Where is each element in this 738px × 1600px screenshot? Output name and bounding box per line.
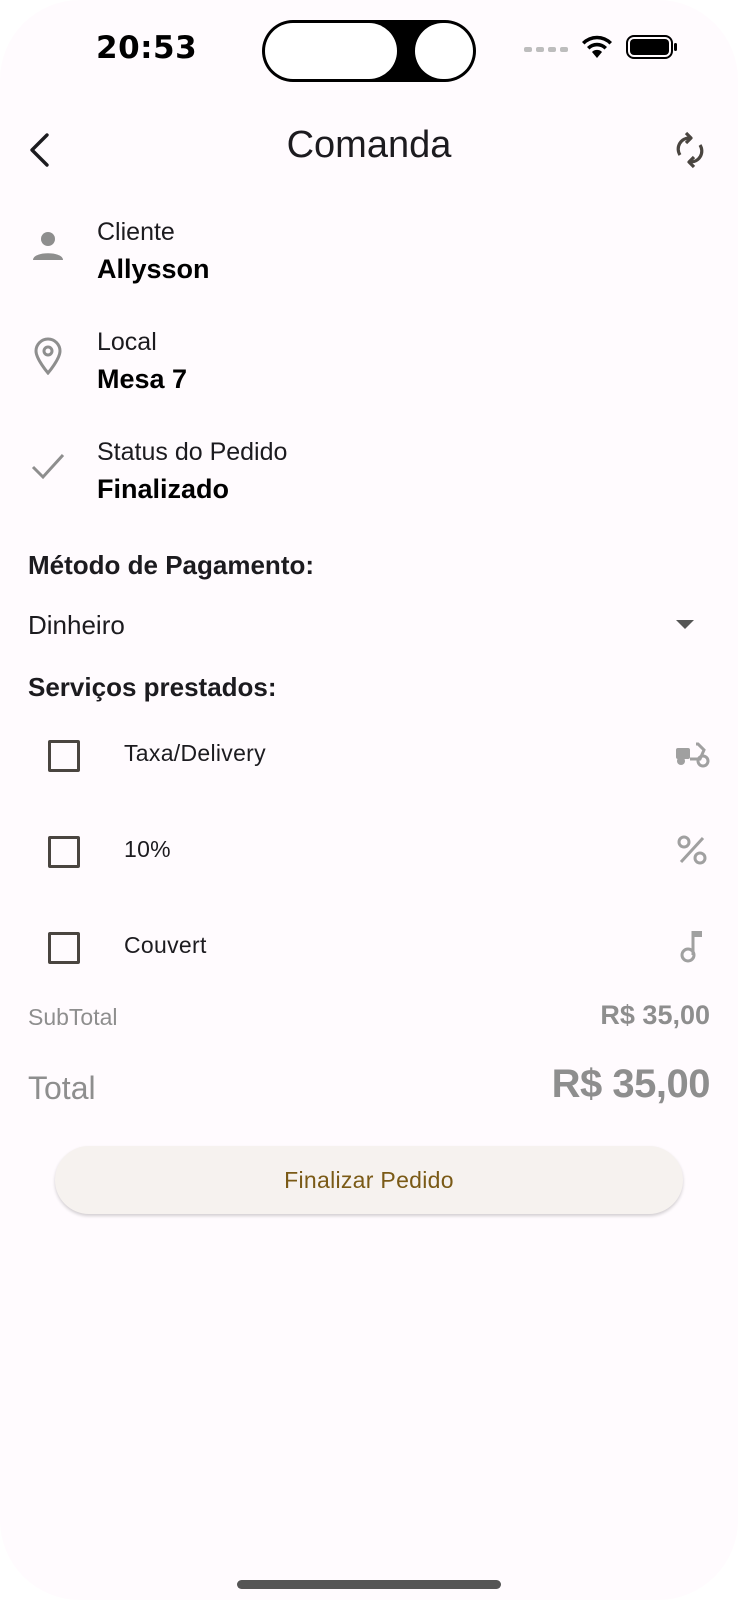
delivery-label: Taxa/Delivery <box>124 740 266 766</box>
status-label: Status do Pedido <box>97 438 288 466</box>
delivery-scooter-icon <box>672 734 712 774</box>
check-icon <box>28 446 68 486</box>
payment-method-value: Dinheiro <box>28 610 125 640</box>
location-info: Local Mesa 7 <box>28 328 708 408</box>
home-indicator <box>237 1580 501 1589</box>
dynamic-island <box>262 20 476 82</box>
couvert-checkbox[interactable] <box>48 932 80 964</box>
music-note-icon <box>672 926 712 966</box>
ten-percent-label: 10% <box>124 836 171 862</box>
refresh-button[interactable] <box>668 128 712 172</box>
phone-screen: 20:53 Comanda Cliente Allysson Local Mes… <box>0 0 738 1600</box>
subtotal-value: R$ 35,00 <box>600 1000 710 1030</box>
status-icons <box>524 34 678 65</box>
location-value: Mesa 7 <box>97 364 188 394</box>
finalize-order-button[interactable]: Finalizar Pedido <box>55 1146 683 1214</box>
payment-method-title: Método de Pagamento: <box>28 550 315 580</box>
person-icon <box>28 226 68 266</box>
client-info: Cliente Allysson <box>28 218 708 298</box>
refresh-icon <box>676 131 704 169</box>
total-row: Total R$ 35,00 <box>28 1062 711 1122</box>
service-row-delivery[interactable]: Taxa/Delivery <box>28 716 712 796</box>
total-label: Total <box>28 1070 96 1106</box>
percent-icon <box>672 830 712 870</box>
total-value: R$ 35,00 <box>551 1062 711 1106</box>
location-pin-icon <box>28 336 68 376</box>
client-value: Allysson <box>97 254 210 284</box>
subtotal-row: SubTotal R$ 35,00 <box>28 1000 710 1040</box>
dropdown-arrow-icon <box>676 620 694 629</box>
battery-icon <box>626 34 678 65</box>
client-label: Cliente <box>97 218 175 246</box>
subtotal-label: SubTotal <box>28 1004 118 1030</box>
cellular-signal-icon <box>524 47 568 52</box>
status-value: Finalizado <box>97 474 230 504</box>
status-info: Status do Pedido Finalizado <box>28 438 708 518</box>
status-time: 20:53 <box>96 30 198 66</box>
delivery-checkbox[interactable] <box>48 740 80 772</box>
payment-method-dropdown[interactable]: Dinheiro <box>28 600 708 650</box>
wifi-icon <box>580 34 614 65</box>
service-row-couvert[interactable]: Couvert <box>28 908 712 988</box>
services-title: Serviços prestados: <box>28 672 277 702</box>
location-label: Local <box>97 328 157 356</box>
service-row-ten-percent[interactable]: 10% <box>28 812 712 892</box>
page-title: Comanda <box>286 124 452 166</box>
ten-percent-checkbox[interactable] <box>48 836 80 868</box>
couvert-label: Couvert <box>124 932 207 958</box>
